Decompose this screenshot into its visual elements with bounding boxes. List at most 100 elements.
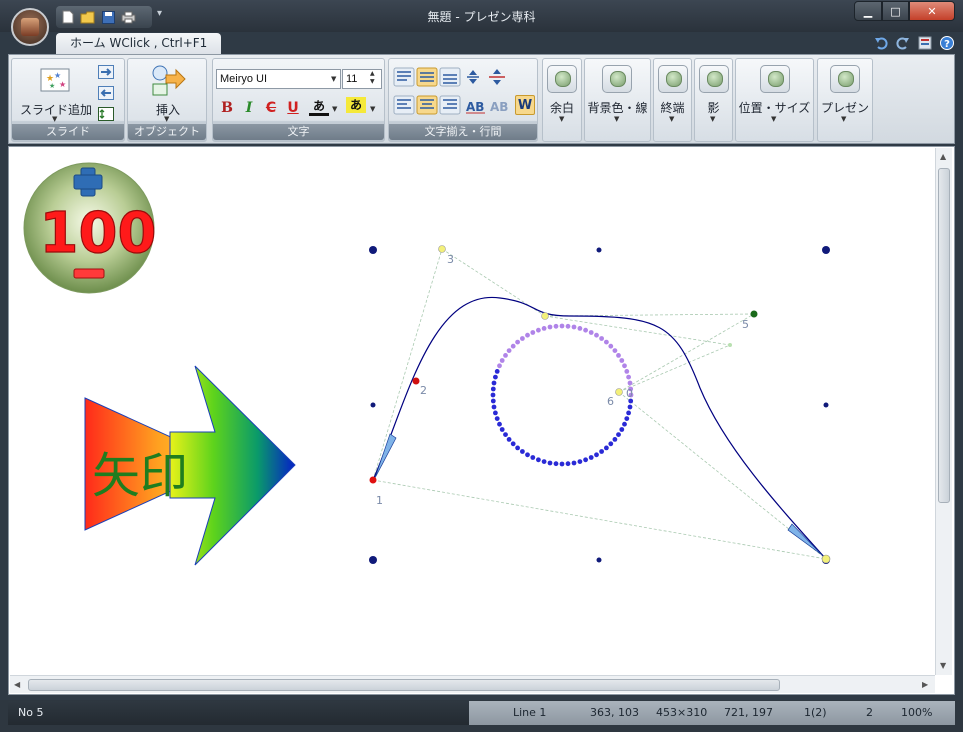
svg-text:★: ★ [49,82,55,90]
align-right-icon[interactable] [439,95,461,115]
circle-dot [599,449,604,454]
circle-dot [577,326,583,331]
scroll-down-icon[interactable]: ▼ [940,661,946,670]
circle-dot [588,330,594,335]
highlight-dropdown-icon[interactable]: ▼ [370,105,375,113]
font-name-dropdown-icon[interactable]: ▼ [331,75,336,83]
position-size-button[interactable]: 位置・サイズ ▼ [735,58,814,142]
align-top-icon[interactable] [393,67,415,87]
add-slide-button[interactable]: ★ ★ ★ ★ スライド追加 ▼ [14,63,94,123]
circle-dot [520,449,525,454]
margin-button[interactable]: 余白 ▼ [542,58,582,142]
character-spacing-narrow-icon[interactable]: AB [490,100,508,114]
background-line-dropdown-icon: ▼ [614,115,620,123]
circle-dot [559,461,565,467]
save-icon[interactable] [100,9,116,25]
align-middle-icon[interactable] [416,67,438,87]
font-color-dropdown-icon[interactable]: ▼ [332,105,337,113]
highlight-button[interactable]: あ [346,97,366,113]
character-spacing-icon[interactable]: AB [466,100,485,114]
svg-text:★: ★ [54,71,61,80]
control-points[interactable] [369,245,831,564]
status-info: Line 1 363, 103 453×310 721, 197 1(2) 2 … [469,701,955,725]
minimize-icon[interactable]: ▁ [854,1,882,21]
align-center-icon[interactable] [416,95,438,115]
close-icon[interactable]: ✕ [909,1,955,21]
slide-forward-icon[interactable] [96,63,116,81]
undo-icon[interactable] [873,35,889,51]
background-color-icon [602,65,632,93]
circle-dot [536,327,541,333]
scroll-up-icon[interactable]: ▲ [940,152,946,161]
slide-group-label: スライド [12,124,124,140]
circle-dot [530,330,536,335]
paragraph-spacing-icon[interactable] [489,69,505,85]
circle-dot [571,324,577,330]
tab-home[interactable]: ホーム WClick , Ctrl+F1 [56,33,222,54]
help-icon[interactable]: ? [939,35,955,51]
circle-dot [626,374,631,380]
settings-icon[interactable] [917,35,933,51]
circle-dot [503,432,508,437]
font-size-input[interactable]: 11 [342,69,382,89]
print-icon[interactable] [120,9,136,25]
circle-dot [506,437,512,442]
horizontal-scrollbar[interactable]: ◀ ▶ [10,675,935,693]
shadow-label: 影 [707,101,720,115]
terminal-dropdown-icon: ▼ [669,115,675,123]
line-spacing-icon[interactable] [467,70,479,84]
alignment-group-label: 文字揃え・行間 [389,124,537,140]
slide-size-icon[interactable] [96,105,116,123]
zoom-widget[interactable]: 100 [23,162,157,294]
presentation-button[interactable]: プレゼン ▼ [817,58,873,142]
new-document-icon[interactable] [60,9,76,25]
font-name-select[interactable]: Meiryo UI [216,69,341,89]
scroll-right-icon[interactable]: ▶ [922,680,928,689]
slide-back-icon[interactable] [96,84,116,102]
point-label-1: 1 [376,494,383,507]
bold-button[interactable]: B [217,98,237,118]
background-line-button[interactable]: 背景色・線 ▼ [584,58,651,142]
terminal-button[interactable]: 終端 ▼ [653,58,692,142]
bezier-curve[interactable] [372,296,827,560]
arrow-text: 矢印 [92,448,188,504]
font-size-spinner-icon[interactable]: ▲ ▼ [370,70,375,86]
underline-button[interactable]: U [283,98,303,118]
align-left-icon[interactable] [393,95,415,115]
circle-dot [608,343,614,349]
arrow-shape[interactable]: 矢印 [84,365,296,566]
circle-dot [497,421,502,427]
status-page: 1(2) [804,706,827,719]
alignment-buttons: AB AB [393,67,508,115]
vertical-scrollbar[interactable]: ▲ ▼ [935,148,952,675]
customize-quick-access-icon[interactable]: ▾ [157,8,162,19]
slide-drawing[interactable]: 100 矢印 1 2 3 5 6 0 [10,148,935,675]
strikethrough-button[interactable]: C [261,98,281,118]
insert-shapes-icon [152,65,186,96]
font-color-button[interactable]: あ [309,96,329,116]
application-menu-button[interactable] [11,8,49,46]
shadow-button[interactable]: 影 ▼ [694,58,733,142]
italic-button[interactable]: I [239,98,259,118]
point-label-0: 0 [626,387,633,400]
maximize-icon[interactable]: □ [882,1,909,21]
circle-dot [491,404,497,410]
zoom-out-icon[interactable] [73,268,105,279]
circle-dot [608,441,614,447]
align-bottom-icon[interactable] [439,67,461,87]
status-position: 363, 103 [590,706,639,719]
circle-dot [571,460,577,466]
svg-text:★: ★ [59,80,66,89]
horizontal-scroll-thumb[interactable] [28,679,780,691]
scroll-left-icon[interactable]: ◀ [14,680,20,689]
circle-dot [619,427,625,432]
redo-icon[interactable] [895,35,911,51]
circle-dot [547,460,553,466]
circle-dot [506,348,512,353]
open-folder-icon[interactable] [80,9,96,25]
vertical-scroll-thumb[interactable] [938,168,950,503]
vertical-text-button[interactable]: W [515,95,535,115]
selection-handles[interactable] [369,246,830,564]
insert-button[interactable]: 挿入 ▼ [130,63,206,123]
circle-dot [525,452,530,458]
